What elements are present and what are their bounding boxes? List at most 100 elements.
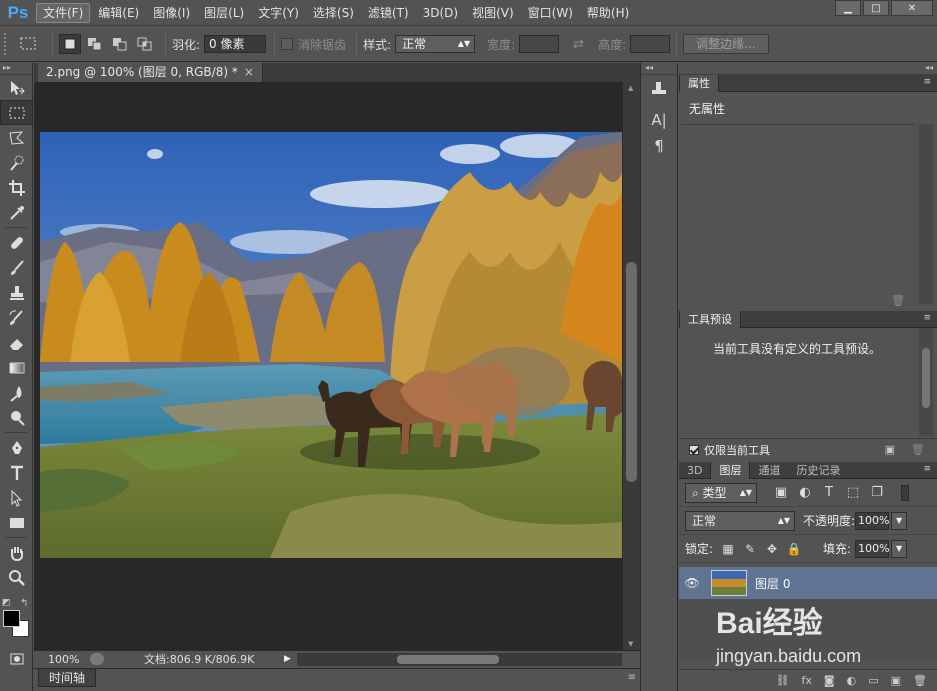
canvas-vertical-scrollbar[interactable]: ▲ ▼ bbox=[622, 82, 640, 650]
character-panel-button[interactable]: A| bbox=[641, 107, 677, 133]
panel-menu-icon[interactable]: ≡ bbox=[923, 464, 931, 474]
current-tool-only-checkbox[interactable] bbox=[689, 444, 699, 455]
tab-history[interactable]: 历史记录 bbox=[788, 462, 848, 479]
filter-pixel-icon[interactable]: ▣ bbox=[771, 483, 791, 503]
filter-toggle[interactable] bbox=[901, 484, 909, 501]
fill-dropdown[interactable]: ▼ bbox=[891, 539, 908, 558]
tool-rectangle[interactable] bbox=[0, 510, 33, 535]
new-layer-icon[interactable]: ▣ bbox=[891, 674, 901, 687]
menu-image[interactable]: 图像(I) bbox=[147, 3, 196, 23]
play-icon[interactable]: ▶ bbox=[284, 654, 291, 664]
minimize-button[interactable]: ▁ bbox=[835, 0, 861, 16]
horizontal-scroll-thumb[interactable] bbox=[396, 654, 499, 664]
tool-healing[interactable] bbox=[0, 230, 33, 255]
tool-pen[interactable] bbox=[0, 435, 33, 460]
tab-channels[interactable]: 通道 bbox=[750, 462, 788, 479]
tool-lasso[interactable] bbox=[0, 125, 33, 150]
timeline-tab[interactable]: 时间轴 bbox=[38, 669, 97, 687]
trash-icon[interactable]: 🗑 bbox=[913, 674, 927, 687]
lock-all-icon[interactable]: 🔒 bbox=[785, 540, 803, 558]
filter-adjustment-icon[interactable]: ◐ bbox=[795, 483, 815, 503]
trash-icon[interactable]: 🗑 bbox=[911, 443, 925, 456]
tool-rect-marquee[interactable] bbox=[0, 100, 33, 125]
tool-brush[interactable] bbox=[0, 255, 33, 280]
document-tab[interactable]: 2.png @ 100% (图层 0, RGB/8) * × bbox=[38, 63, 263, 82]
layer-style-icon[interactable]: fx bbox=[802, 674, 812, 687]
tab-properties[interactable]: 属性 bbox=[679, 75, 719, 92]
default-colors-icon[interactable]: ◩ bbox=[2, 598, 11, 608]
properties-scrollbar[interactable] bbox=[919, 124, 933, 304]
zoom-level[interactable]: 100% bbox=[34, 653, 90, 666]
antialias-checkbox[interactable] bbox=[281, 38, 294, 50]
swap-icon[interactable]: ⇄ bbox=[573, 37, 584, 52]
menu-help[interactable]: 帮助(H) bbox=[581, 3, 635, 23]
tool-quick-select[interactable] bbox=[0, 150, 33, 175]
layer-kind-select[interactable]: ⌕ 类型 ▲▼ bbox=[685, 482, 757, 503]
right-dock-collapse[interactable]: ◂◂ bbox=[679, 63, 937, 75]
close-tab-icon[interactable]: × bbox=[244, 65, 254, 79]
new-selection-button[interactable] bbox=[59, 34, 81, 54]
menu-filter[interactable]: 滤镜(T) bbox=[362, 3, 415, 23]
menu-edit[interactable]: 编辑(E) bbox=[92, 3, 145, 23]
tool-dodge[interactable] bbox=[0, 405, 33, 430]
height-input[interactable] bbox=[630, 35, 671, 53]
foreground-color[interactable] bbox=[3, 610, 20, 627]
vertical-scroll-thumb[interactable] bbox=[626, 262, 637, 482]
subtract-selection-button[interactable] bbox=[109, 34, 131, 54]
fill-input[interactable]: 100% bbox=[855, 539, 890, 558]
blend-mode-select[interactable]: 正常 ▲▼ bbox=[685, 510, 795, 531]
link-layers-icon[interactable]: ⛓ bbox=[776, 674, 790, 687]
eye-icon[interactable]: 👁 bbox=[679, 576, 705, 590]
tool-crop[interactable] bbox=[0, 175, 33, 200]
tool-path-select[interactable] bbox=[0, 485, 33, 510]
panel-menu-icon[interactable]: ≡ bbox=[923, 313, 931, 323]
menu-layer[interactable]: 图层(L) bbox=[198, 3, 250, 23]
tool-presets-strip-button[interactable] bbox=[641, 75, 677, 101]
menu-file[interactable]: 文件(F) bbox=[36, 2, 91, 23]
tool-presets-scrollbar[interactable] bbox=[919, 328, 933, 436]
tool-gradient[interactable] bbox=[0, 355, 33, 380]
tool-hand[interactable] bbox=[0, 540, 33, 565]
canvas-horizontal-scrollbar[interactable] bbox=[296, 652, 622, 666]
scroll-thumb[interactable] bbox=[922, 348, 930, 408]
add-mask-icon[interactable]: ◙ bbox=[824, 674, 835, 687]
menu-type[interactable]: 文字(Y) bbox=[252, 3, 305, 23]
tool-history-brush[interactable] bbox=[0, 305, 33, 330]
menu-select[interactable]: 选择(S) bbox=[307, 3, 360, 23]
document-image[interactable] bbox=[40, 132, 622, 558]
tool-stamp[interactable] bbox=[0, 280, 33, 305]
canvas-area[interactable] bbox=[34, 82, 622, 650]
opacity-dropdown[interactable]: ▼ bbox=[891, 511, 908, 530]
lock-pixels-icon[interactable]: ✎ bbox=[741, 540, 759, 558]
panel-menu-icon[interactable]: ≡ bbox=[628, 672, 636, 683]
filter-smart-object-icon[interactable]: ❐ bbox=[867, 483, 887, 503]
new-group-icon[interactable]: ▭ bbox=[868, 674, 878, 687]
panel-menu-icon[interactable]: ≡ bbox=[923, 77, 931, 87]
trash-icon[interactable]: 🗑 bbox=[891, 294, 905, 307]
tool-blur[interactable] bbox=[0, 380, 33, 405]
adjustment-layer-icon[interactable]: ◐ bbox=[847, 674, 857, 687]
tool-type[interactable] bbox=[0, 460, 33, 485]
new-preset-icon[interactable]: ▣ bbox=[885, 443, 895, 456]
menu-view[interactable]: 视图(V) bbox=[466, 3, 520, 23]
feather-input[interactable]: 0 像素 bbox=[204, 35, 267, 53]
refine-edge-button[interactable]: 调整边缘... bbox=[683, 34, 769, 54]
color-swatches[interactable]: ◩ ↰ bbox=[0, 598, 32, 638]
style-select[interactable]: 正常 ▲▼ bbox=[395, 35, 476, 53]
lock-transparency-icon[interactable]: ▦ bbox=[719, 540, 737, 558]
scroll-up-arrow[interactable]: ▲ bbox=[628, 84, 633, 92]
tool-move[interactable] bbox=[0, 75, 33, 100]
strip-collapse[interactable]: ◂◂ bbox=[641, 63, 677, 75]
lock-position-icon[interactable]: ✥ bbox=[763, 540, 781, 558]
toolbox-collapse[interactable]: ▸▸ bbox=[0, 63, 32, 75]
filter-type-icon[interactable]: T bbox=[819, 483, 839, 503]
tab-3d[interactable]: 3D bbox=[679, 462, 710, 479]
maximize-button[interactable]: □ bbox=[863, 0, 889, 16]
add-selection-button[interactable] bbox=[84, 34, 106, 54]
layer-row[interactable]: 👁 图层 0 bbox=[679, 567, 937, 599]
rect-marquee-tool-preset[interactable] bbox=[12, 33, 46, 55]
menu-3d[interactable]: 3D(D) bbox=[417, 3, 464, 23]
intersect-selection-button[interactable] bbox=[134, 34, 156, 54]
filter-shape-icon[interactable]: ⬚ bbox=[843, 483, 863, 503]
tool-zoom[interactable] bbox=[0, 565, 33, 590]
